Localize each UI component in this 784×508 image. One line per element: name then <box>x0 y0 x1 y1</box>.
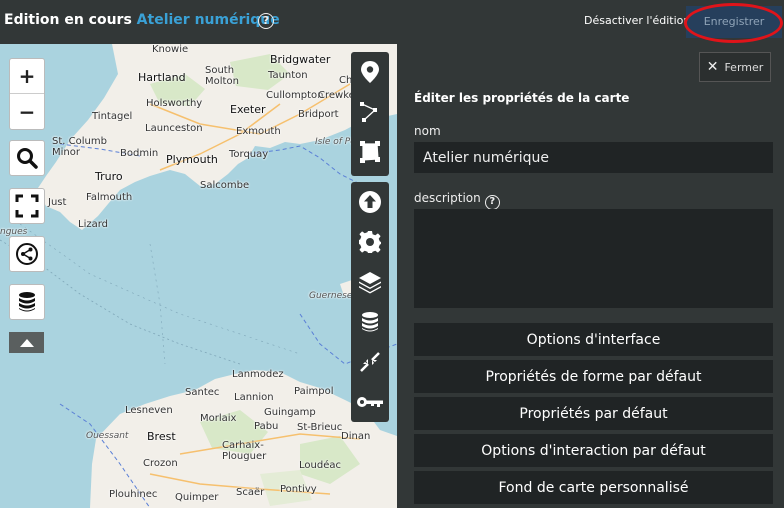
name-input[interactable] <box>414 142 773 173</box>
place-label: Hartland <box>138 71 186 84</box>
place-label: Lizard <box>78 219 109 230</box>
zoom-control: + − <box>9 58 45 130</box>
place-label: Tintagel <box>92 111 133 122</box>
place-label: Torquay <box>229 149 269 160</box>
share-button[interactable] <box>9 236 45 272</box>
place-label: Pontivy <box>280 484 317 495</box>
place-label: Quimper <box>175 492 219 503</box>
center-zoom-button[interactable] <box>351 342 389 382</box>
search-button[interactable] <box>9 140 45 176</box>
draw-polygon-button[interactable] <box>351 132 389 172</box>
save-button[interactable]: Enregistrer <box>686 6 782 38</box>
editing-status-label: Edition en cours <box>4 12 132 28</box>
edit-panel: ✕ Fermer Éditer les propriétés de la car… <box>397 44 784 508</box>
name-label: nom <box>414 124 441 138</box>
gear-icon <box>359 231 381 253</box>
search-icon <box>17 148 38 169</box>
draw-toolbar <box>351 52 389 176</box>
close-label: Fermer <box>724 60 764 74</box>
marker-icon <box>361 61 379 83</box>
place-label: Knowie <box>152 44 189 55</box>
database-icon <box>19 292 35 312</box>
upload-icon <box>359 191 381 213</box>
place-label: Bridgwater <box>270 53 331 66</box>
place-label: Brest <box>147 430 176 443</box>
place-label: Falmouth <box>86 192 133 203</box>
place-label: Ouessant <box>86 431 129 441</box>
fullscreen-icon <box>15 194 39 218</box>
place-label: St-Brieuc <box>297 422 343 433</box>
draw-polyline-button[interactable] <box>351 92 389 132</box>
place-label: Scaër <box>236 487 265 498</box>
place-label: Carhaix- Plouguer <box>222 440 267 462</box>
place-label: Crozon <box>143 458 178 469</box>
close-icon: ✕ <box>706 59 719 75</box>
default-properties-section[interactable]: Propriétés par défaut <box>414 397 773 430</box>
help-icon[interactable]: ? <box>484 195 500 210</box>
database-icon <box>362 312 378 332</box>
place-label: Exeter <box>230 103 266 116</box>
edit-title: Edition en cours Atelier numérique <box>4 12 280 28</box>
place-label: Truro <box>95 170 123 183</box>
zoom-out-button[interactable]: − <box>10 94 44 129</box>
help-icon[interactable]: ? <box>258 13 274 29</box>
place-label: Launceston <box>145 123 203 134</box>
center-icon <box>360 352 380 372</box>
panel-title: Éditer les propriétés de la carte <box>414 91 630 105</box>
place-label: Bridport <box>298 109 339 120</box>
place-label: Lesneven <box>125 405 173 416</box>
fullscreen-button[interactable] <box>9 188 45 224</box>
interface-options-section[interactable]: Options d'interface <box>414 323 773 356</box>
place-label: South Molton <box>205 65 239 87</box>
description-textarea[interactable] <box>414 209 773 308</box>
top-bar: Edition en cours Atelier numérique ? Dés… <box>0 0 784 44</box>
layers-icon <box>359 272 381 294</box>
datalayers-button[interactable] <box>351 302 389 342</box>
default-interaction-options-section[interactable]: Options d'interaction par défaut <box>414 434 773 467</box>
place-label: Lanmodez <box>232 369 284 380</box>
close-button[interactable]: ✕ Fermer <box>699 52 771 82</box>
custom-background-section[interactable]: Fond de carte personnalisé <box>414 471 773 504</box>
share-icon <box>16 243 38 265</box>
place-label: Loudéac <box>299 460 341 471</box>
place-label: Taunton <box>268 70 308 81</box>
disable-edit-button[interactable]: Désactiver l'édition <box>584 14 690 27</box>
manage-layers-button[interactable] <box>351 262 389 302</box>
place-label: Bodmin <box>120 148 159 159</box>
place-label: Plouhinec <box>109 489 158 500</box>
polyline-icon <box>360 102 377 122</box>
data-browser-button[interactable] <box>9 284 45 320</box>
default-shape-properties-section[interactable]: Propriétés de forme par défaut <box>414 360 773 393</box>
place-label: Santec <box>185 387 220 398</box>
place-label: Paimpol <box>294 386 334 397</box>
collapse-controls-button[interactable] <box>9 332 44 353</box>
chevron-up-icon <box>19 338 34 347</box>
place-label: Morlaix <box>200 413 237 424</box>
key-icon <box>357 397 383 407</box>
polygon-icon <box>360 141 380 163</box>
place-label: Guingamp <box>264 407 316 418</box>
map-settings-button[interactable] <box>351 222 389 262</box>
map-view[interactable]: Knowie Bridgwater Hartland South Molton … <box>0 44 397 508</box>
zoom-in-button[interactable]: + <box>10 59 44 94</box>
place-label: Lannion <box>234 392 274 403</box>
place-label: Just <box>48 197 67 208</box>
description-label: description <box>414 191 481 205</box>
import-data-button[interactable] <box>351 182 389 222</box>
permissions-button[interactable] <box>351 382 389 422</box>
place-label: Pabu <box>254 421 279 432</box>
place-label: Exmouth <box>236 126 281 137</box>
place-label: Plymouth <box>166 153 218 166</box>
place-label: Cullompton <box>266 90 324 101</box>
place-label: Dinan <box>341 431 371 442</box>
description-label-row: description? <box>414 191 500 210</box>
edit-toolbar <box>351 182 389 422</box>
place-label: Salcombe <box>200 180 250 191</box>
draw-marker-button[interactable] <box>351 52 389 92</box>
place-label: St. Columb Minor <box>52 136 107 158</box>
place-label: Holsworthy <box>146 98 203 109</box>
